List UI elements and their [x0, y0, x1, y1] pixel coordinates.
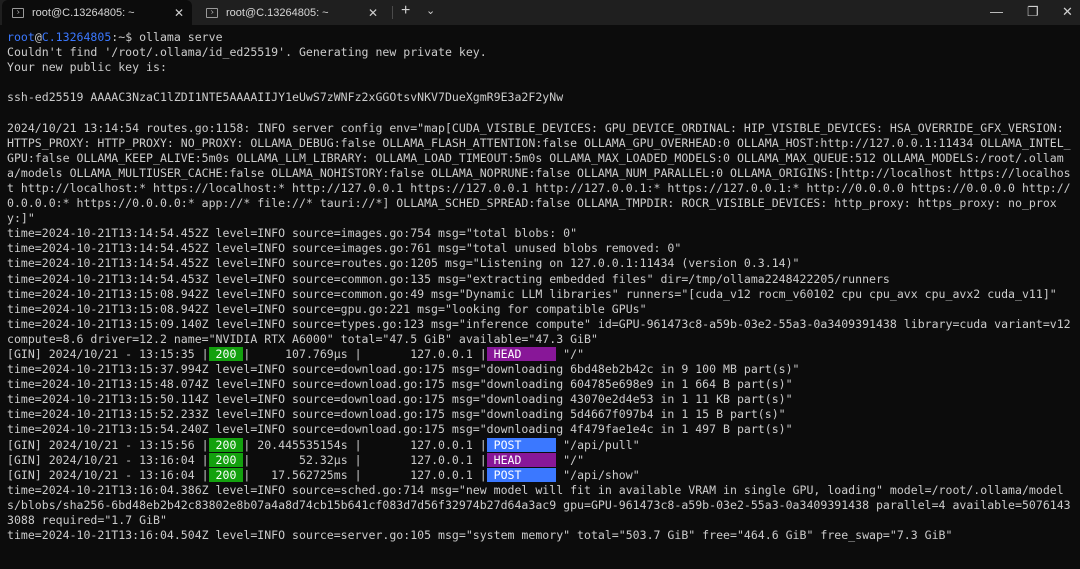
prompt-line: root@C.13264805:~$ ollama serve: [7, 30, 1076, 45]
log-line: time=2024-10-21T13:14:54.452Z level=INFO…: [7, 241, 682, 256]
gin-log-line: [GIN] 2024/10/21 - 13:15:56 | 200 | 20.4…: [7, 437, 1076, 453]
close-window-button[interactable]: ✕: [1062, 4, 1073, 20]
method-badge: HEAD: [486, 452, 557, 467]
prompt-host: C.13264805: [41, 30, 112, 44]
gin-path: "/": [556, 452, 585, 467]
log-line: time=2024-10-21T13:15:08.942Z level=INFO…: [7, 301, 647, 316]
log-line: 2024/10/21 13:14:54 routes.go:1158: INFO…: [7, 120, 1071, 226]
log-line: time=2024-10-21T13:16:04.386Z level=INFO…: [7, 482, 1071, 527]
log-line: time=2024-10-21T13:15:52.233Z level=INFO…: [7, 407, 786, 422]
method-badge: POST: [486, 437, 557, 452]
log-line: Your new public key is:: [7, 60, 167, 75]
maximize-button[interactable]: ❐: [1027, 4, 1039, 20]
tab-title: root@C.13264805: ~: [32, 6, 135, 19]
prompt-path: :~$: [111, 30, 140, 44]
title-bar: root@C.13264805: ~ ✕ root@C.13264805: ~ …: [0, 0, 1080, 25]
tab-inactive[interactable]: root@C.13264805: ~ ✕: [196, 0, 386, 25]
gin-mid: | 52.32µs | 127.0.0.1 |: [243, 452, 487, 467]
method-badge: HEAD: [486, 346, 557, 361]
log-line: time=2024-10-21T13:16:04.504Z level=INFO…: [7, 528, 953, 543]
log-line: time=2024-10-21T13:15:08.942Z level=INFO…: [7, 286, 1057, 301]
terminal-icon: [206, 7, 218, 18]
status-badge: 200: [208, 452, 244, 467]
log-line: ssh-ed25519 AAAAC3NzaC1lZDI1NTE5AAAAIIJY…: [7, 90, 564, 105]
tab-active[interactable]: root@C.13264805: ~ ✕: [2, 0, 192, 25]
log-line: time=2024-10-21T13:14:54.452Z level=INFO…: [7, 226, 578, 241]
gin-prefix: [GIN] 2024/10/21 - 13:15:35 |: [7, 346, 209, 361]
prompt-user: root: [7, 30, 35, 44]
gin-mid: | 20.445535154s | 127.0.0.1 |: [243, 437, 487, 452]
prompt-at: @: [34, 30, 42, 44]
tab-divider: [392, 6, 393, 19]
status-badge: 200: [208, 346, 244, 361]
gin-log-line: [GIN] 2024/10/21 - 13:15:35 | 200 | 107.…: [7, 346, 1076, 362]
log-line: time=2024-10-21T13:14:54.453Z level=INFO…: [7, 271, 890, 286]
log-line: Couldn't find '/root/.ollama/id_ed25519'…: [7, 45, 487, 60]
close-tab-icon[interactable]: ✕: [368, 6, 378, 20]
gin-prefix: [GIN] 2024/10/21 - 13:16:04 |: [7, 467, 209, 482]
new-tab-button[interactable]: +: [401, 2, 410, 20]
log-line: time=2024-10-21T13:15:09.140Z level=INFO…: [7, 316, 1078, 346]
prompt-command: ollama serve: [139, 30, 223, 44]
gin-log-line: [GIN] 2024/10/21 - 13:16:04 | 200 | 17.5…: [7, 467, 1076, 483]
status-badge: 200: [208, 437, 244, 452]
log-line: time=2024-10-21T13:15:37.994Z level=INFO…: [7, 362, 800, 377]
gin-mid: | 107.769µs | 127.0.0.1 |: [243, 346, 487, 361]
minimize-button[interactable]: —: [990, 4, 1003, 19]
gin-path: "/": [556, 346, 585, 361]
gin-path: "/api/pull": [556, 437, 640, 452]
tab-title: root@C.13264805: ~: [226, 6, 329, 19]
gin-mid: | 17.562725ms | 127.0.0.1 |: [243, 467, 487, 482]
status-badge: 200: [208, 467, 244, 482]
terminal-icon: [12, 7, 24, 18]
dropdown-icon[interactable]: ⌄: [426, 4, 435, 17]
close-tab-icon[interactable]: ✕: [174, 6, 184, 20]
log-line: time=2024-10-21T13:15:48.074Z level=INFO…: [7, 377, 793, 392]
gin-log-line: [GIN] 2024/10/21 - 13:16:04 | 200 | 52.3…: [7, 452, 1076, 468]
terminal-output[interactable]: root@C.13264805:~$ ollama serve Couldn't…: [7, 30, 1076, 543]
log-line: time=2024-10-21T13:14:54.452Z level=INFO…: [7, 256, 800, 271]
log-line: time=2024-10-21T13:15:54.240Z level=INFO…: [7, 422, 793, 437]
gin-path: "/api/show": [556, 467, 640, 482]
log-line: time=2024-10-21T13:15:50.114Z level=INFO…: [7, 392, 793, 407]
gin-prefix: [GIN] 2024/10/21 - 13:15:56 |: [7, 437, 209, 452]
method-badge: POST: [486, 467, 557, 482]
gin-prefix: [GIN] 2024/10/21 - 13:16:04 |: [7, 452, 209, 467]
